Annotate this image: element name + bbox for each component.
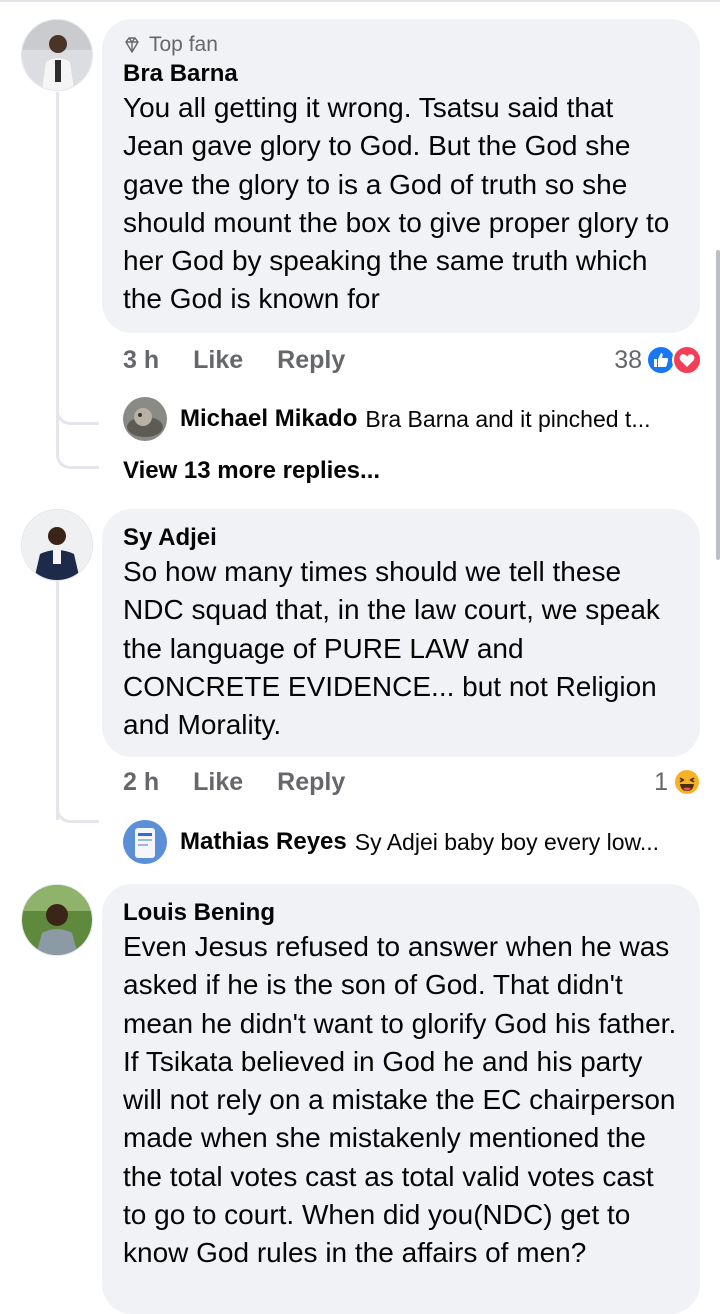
reply-button[interactable]: Reply (277, 768, 345, 797)
comment-text: You all getting it wrong. Tsatsu said th… (123, 92, 670, 315)
reaction-count: 1 (654, 767, 668, 796)
like-button[interactable]: Like (193, 768, 243, 797)
reply-text: Bra Barna and it pinched t... (365, 405, 651, 432)
reply-preview[interactable]: Michael Mikado Bra Barna and it pinched … (123, 397, 651, 441)
top-fan-badge: Top fan (123, 31, 680, 59)
thread-line (56, 580, 59, 820)
reply-avatar[interactable] (123, 397, 167, 441)
diamond-icon (125, 37, 139, 53)
reaction-count: 38 (614, 345, 642, 374)
comment-bubble[interactable]: Louis Bening Even Jesus refused to answe… (102, 884, 700, 1314)
avatar[interactable] (21, 19, 93, 91)
comment-author[interactable]: Sy Adjei (123, 523, 680, 553)
haha-icon (673, 768, 701, 796)
reaction-summary[interactable]: 1 (654, 766, 702, 798)
scrollbar[interactable] (716, 250, 720, 560)
love-icon (672, 345, 702, 375)
like-button[interactable]: Like (193, 346, 243, 375)
comment-actions: 2 h Like Reply (123, 766, 379, 798)
avatar[interactable] (21, 509, 93, 581)
comment-bubble[interactable]: Top fan Bra Barna You all getting it wro… (102, 19, 700, 333)
top-fan-label: Top fan (149, 33, 218, 56)
thread-branch (56, 392, 99, 469)
comment-time[interactable]: 3 h (123, 346, 159, 375)
reply-preview[interactable]: Mathias Reyes Sy Adjei baby boy every lo… (123, 820, 659, 864)
comment-text: So how many times should we tell these N… (123, 556, 660, 741)
comment-actions: 3 h Like Reply (123, 344, 379, 376)
thread-branch (56, 800, 99, 823)
thread-line (56, 92, 59, 392)
reply-author[interactable]: Michael Mikado (180, 405, 357, 433)
reply-text: Sy Adjei baby boy every low... (354, 828, 660, 855)
view-more-replies[interactable]: View 13 more replies... (123, 457, 380, 485)
comment-time[interactable]: 2 h (123, 768, 159, 797)
comment-bubble[interactable]: Sy Adjei So how many times should we tel… (102, 509, 700, 757)
top-divider (0, 0, 720, 2)
comment-author[interactable]: Louis Bening (123, 898, 680, 928)
reply-button[interactable]: Reply (277, 346, 345, 375)
reply-author[interactable]: Mathias Reyes (180, 828, 347, 856)
comment-text: Even Jesus refused to answer when he was… (123, 931, 677, 1269)
comment-author[interactable]: Bra Barna (123, 59, 680, 89)
avatar[interactable] (21, 884, 93, 956)
reaction-summary[interactable]: 38 (614, 344, 702, 376)
reply-avatar[interactable] (123, 820, 167, 864)
